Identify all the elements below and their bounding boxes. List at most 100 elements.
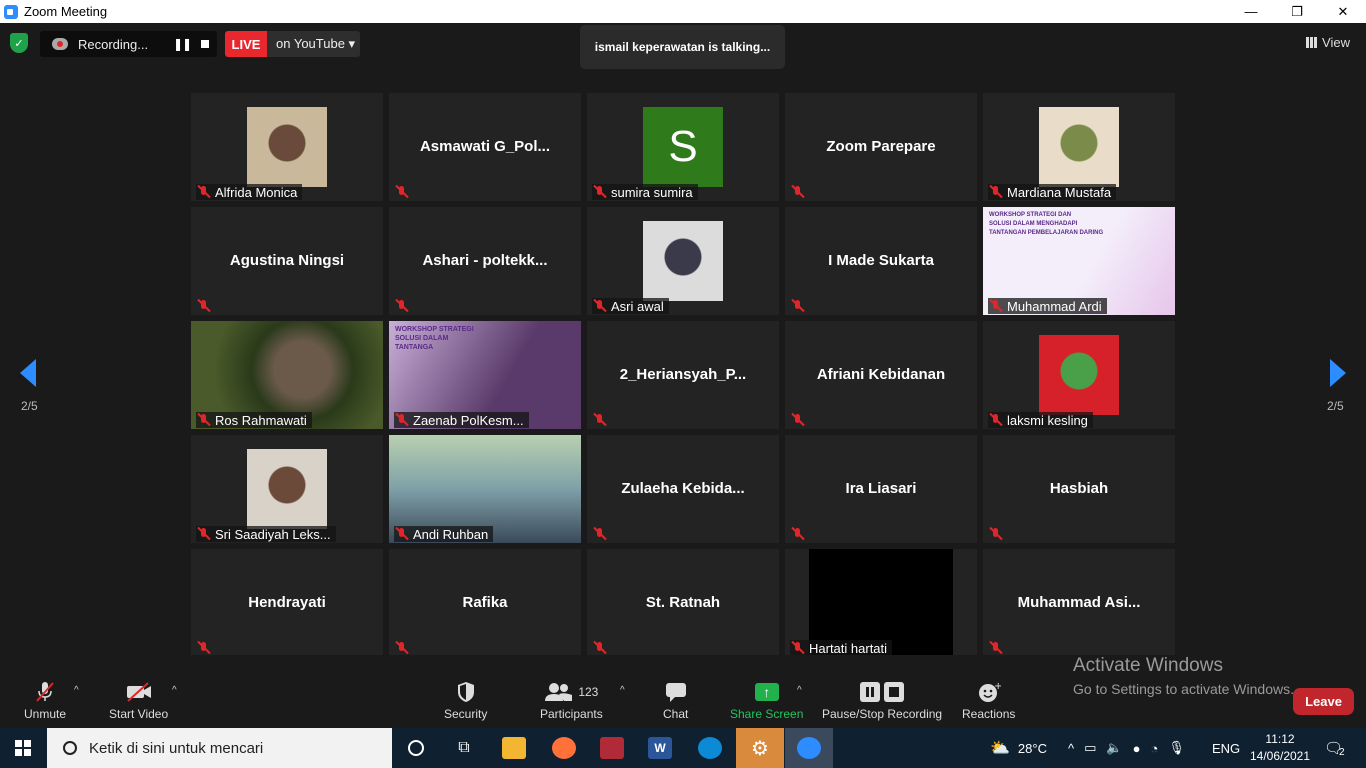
participant-tile[interactable]: Ssumira sumira [587,93,779,201]
language-indicator[interactable]: ENG [1212,728,1240,768]
taskbar-clock[interactable]: 11:12 14/06/2021 [1248,731,1312,765]
chat-label: Chat [663,707,689,721]
start-video-button[interactable]: Start Video [109,681,168,721]
video-off-icon [125,681,153,703]
task-view-icon: ⧉ [458,739,470,756]
slide-text: SOLUSI DALAM MENGHADAPI [989,221,1078,227]
participant-tile[interactable]: Alfrida Monica [191,93,383,201]
participant-tile[interactable]: Agustina Ningsi [191,207,383,315]
encryption-shield-icon[interactable]: ✓ [10,33,28,53]
participant-tile[interactable]: Rafika [389,549,581,657]
reactions-button[interactable]: + Reactions [962,681,1015,721]
taskbar-app-zoom[interactable] [785,728,833,768]
stop-recording-icon[interactable] [201,40,209,48]
participant-tile[interactable]: Sri Saadiyah Leks... [191,435,383,543]
participant-tile[interactable]: Afriani Kebidanan [785,321,977,429]
taskbar-app-firefox[interactable] [540,728,588,768]
participants-options-caret-icon[interactable]: ^ [620,685,625,696]
participant-tile[interactable]: Hartati hartati [785,549,977,657]
title-bar: Zoom Meeting — ❐ ✕ [0,0,1366,23]
muted-mic-icon [394,412,410,428]
close-button[interactable]: ✕ [1320,0,1366,23]
zoom-tray-icon[interactable]: ● [1133,741,1141,756]
muted-mic-icon [196,184,212,200]
network-icon[interactable]: ◔ [1150,741,1158,756]
participant-tile[interactable]: Hendrayati [191,549,383,657]
unmute-button[interactable]: Unmute [24,681,66,721]
participant-label: Sri Saadiyah Leks... [196,526,336,542]
view-button[interactable]: View [1306,35,1350,50]
participant-label [592,526,616,542]
participant-tile[interactable]: Asmawati G_Pol... [389,93,581,201]
participant-tile[interactable]: 2_Heriansyah_P... [587,321,779,429]
tray-chevron-icon[interactable]: ^ [1068,741,1074,756]
chat-button[interactable]: Chat [663,681,688,721]
participant-tile[interactable]: WORKSHOP STRATEGI DAN SOLUSI DALAM MENGHA… [983,207,1175,315]
video-options-caret-icon[interactable]: ^ [172,685,177,696]
muted-mic-icon [196,640,212,656]
next-page-arrow-icon[interactable] [1330,359,1346,387]
windows-activation-watermark: Activate Windows Go to Settings to activ… [1073,655,1294,697]
muted-microphone-icon [33,681,57,703]
taskbar-app-settings[interactable]: ⚙ [736,728,784,768]
share-options-caret-icon[interactable]: ^ [797,685,802,696]
minimize-button[interactable]: — [1228,0,1274,23]
live-target-dropdown[interactable]: on YouTube ▾ [267,31,360,57]
live-stream-indicator[interactable]: LIVE on YouTube ▾ [225,31,360,57]
pause-recording-icon[interactable]: ❚❚ [173,37,192,51]
taskbar-app-winrar[interactable] [588,728,636,768]
share-screen-button[interactable]: ↑ Share Screen [730,681,803,721]
gear-icon: ⚙ [751,737,769,760]
cortana-button[interactable] [392,728,440,768]
slide-text: WORKSHOP STRATEGI DAN [989,212,1072,218]
participant-name: Sri Saadiyah Leks... [215,526,331,542]
participant-tile[interactable]: Mardiana Mustafa [983,93,1175,201]
microphone-tray-icon[interactable]: 🎙 [1168,740,1185,756]
participant-name: Asri awal [611,298,664,314]
participant-photo [247,449,327,529]
notification-center-button[interactable]: 🗨 2 [1324,728,1345,768]
participant-tile[interactable]: Ros Rahmawati [191,321,383,429]
participant-label [592,412,616,428]
taskbar-app-word[interactable]: W [636,728,684,768]
participant-name-center: I Made Sukarta [828,252,934,269]
leave-button[interactable]: Leave [1293,688,1354,715]
start-video-label: Start Video [109,707,169,721]
participant-name: sumira sumira [611,184,693,200]
restore-button[interactable]: ❐ [1274,0,1320,23]
participant-tile[interactable]: Asri awal [587,207,779,315]
participant-tile[interactable]: Ira Liasari [785,435,977,543]
participant-tile[interactable]: Muhammad Asi... [983,549,1175,657]
volume-icon[interactable]: 🔈 [1106,740,1122,756]
participant-tile[interactable]: I Made Sukarta [785,207,977,315]
battery-icon[interactable]: ▭ [1084,740,1096,756]
participant-name-center: Muhammad Asi... [1017,594,1141,611]
participant-name: Alfrida Monica [215,184,298,200]
participant-tile[interactable]: Hasbiah [983,435,1175,543]
participant-tile[interactable]: Zulaeha Kebida... [587,435,779,543]
previous-page-arrow-icon[interactable] [20,359,36,387]
start-button[interactable] [0,728,46,768]
taskbar-app-file-explorer[interactable] [490,728,538,768]
task-view-button[interactable]: ⧉ [440,728,488,768]
participant-tile[interactable]: WORKSHOP STRATEGI SOLUSI DALAM TANTANGA Zae… [389,321,581,429]
cortana-circle-icon [408,740,424,756]
taskbar-search-box[interactable]: Ketik di sini untuk mencari [47,728,392,768]
participants-label: Participants [540,707,603,721]
participant-name-center: St. Ratnah [645,594,721,611]
participant-name: Mardiana Mustafa [1007,184,1112,200]
participant-tile[interactable]: Andi Ruhban [389,435,581,543]
participant-tile[interactable]: Zoom Parepare [785,93,977,201]
participant-tile[interactable]: Ashari - poltekk... [389,207,581,315]
security-button[interactable]: Security [444,681,487,721]
participant-tile[interactable]: St. Ratnah [587,549,779,657]
window-controls: — ❐ ✕ [1228,0,1366,23]
taskbar-app-edge[interactable] [686,728,734,768]
participants-button[interactable]: 123 Participants [540,681,603,721]
pause-stop-recording-button[interactable]: Pause/Stop Recording [822,681,942,721]
participant-tile[interactable]: laksmi kesling [983,321,1175,429]
audio-options-caret-icon[interactable]: ^ [74,685,79,696]
participant-label [790,412,814,428]
weather-widget[interactable]: ⛅ 28°C [990,728,1047,768]
participants-count: 123 [578,685,599,699]
